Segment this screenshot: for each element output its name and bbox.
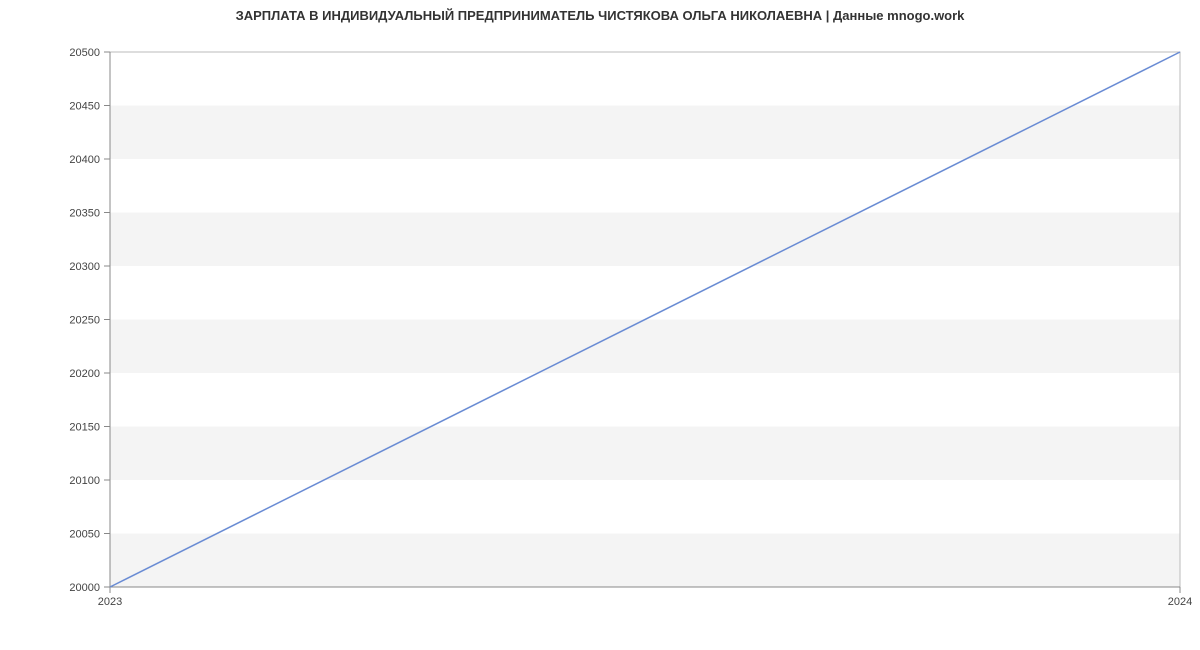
y-tick-label: 20200 (69, 368, 100, 380)
y-tick-label: 20150 (69, 422, 100, 434)
y-tick-label: 20400 (69, 154, 100, 166)
y-tick-label: 20100 (69, 475, 100, 487)
y-tick-label: 20500 (69, 47, 100, 59)
chart-area: 20000 20050 20100 20150 20200 20250 20300 20350… (0, 27, 1200, 647)
y-tick-label: 20350 (69, 208, 100, 220)
x-tick-label: 2024 (1168, 596, 1192, 608)
grid-band (110, 52, 1180, 106)
y-tick-label: 20300 (69, 261, 100, 273)
y-tick-label: 20000 (69, 582, 100, 594)
y-tick-label: 20450 (69, 101, 100, 113)
grid-band (110, 320, 1180, 374)
grid-band (110, 373, 1180, 427)
grid-band (110, 427, 1180, 481)
y-tick-label: 20250 (69, 315, 100, 327)
grid-band (110, 213, 1180, 267)
chart-title: ЗАРПЛАТА В ИНДИВИДУАЛЬНЫЙ ПРЕДПРИНИМАТЕЛ… (0, 0, 1200, 27)
grid-band (110, 534, 1180, 588)
y-tick-label: 20050 (69, 529, 100, 541)
x-tick-label: 2023 (98, 596, 122, 608)
grid-band (110, 266, 1180, 320)
chart-svg: 20000 20050 20100 20150 20200 20250 20300 20350… (0, 27, 1200, 627)
grid-band (110, 159, 1180, 213)
